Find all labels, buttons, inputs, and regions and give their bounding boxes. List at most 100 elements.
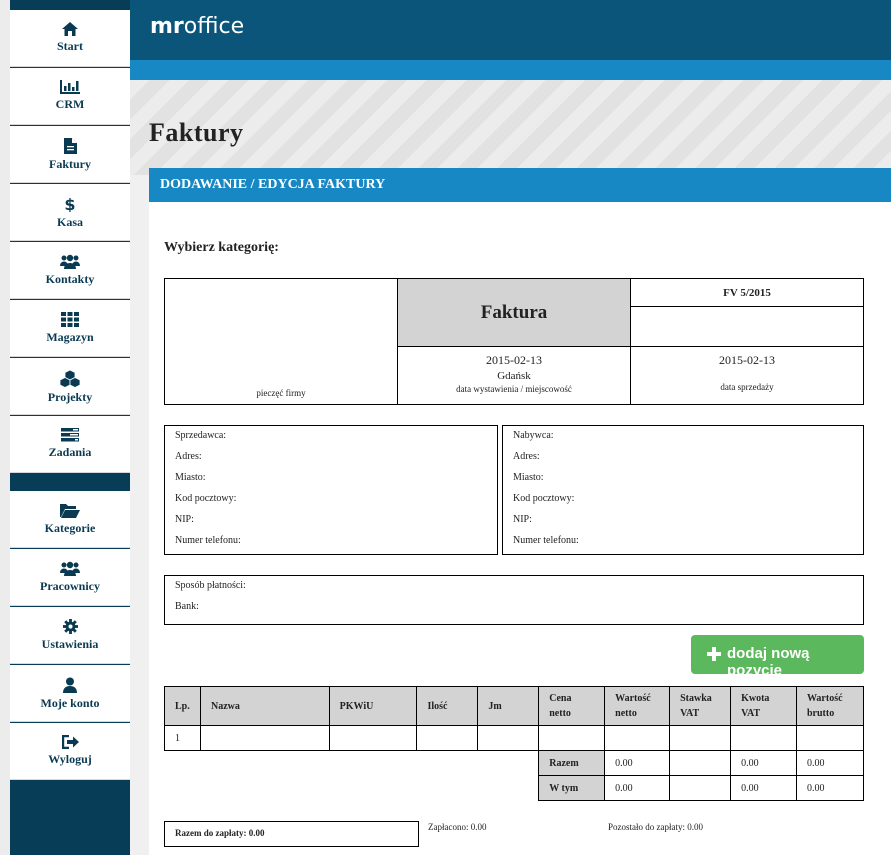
sidebar-item-magazyn[interactable]: Magazyn <box>10 300 130 357</box>
panel-heading: DODAWANIE / EDYCJA FAKTURY <box>149 168 891 202</box>
sidebar: Start CRM Faktury $ Kasa Kontakty Magazy… <box>0 0 130 855</box>
sign-out-icon <box>61 735 79 749</box>
sidebar-item-projekty[interactable]: Projekty <box>10 358 130 415</box>
cell-nazwa[interactable] <box>199 725 330 751</box>
cell-ilosc[interactable] <box>416 725 479 751</box>
sidebar-item-ustawienia[interactable]: Ustawienia <box>10 607 130 664</box>
sidebar-item-kontakty[interactable]: Kontakty <box>10 242 130 299</box>
add-item-label: dodaj nową pozycję <box>727 645 810 679</box>
col-header: Cena netto <box>538 686 606 726</box>
grid-icon <box>61 312 79 327</box>
cell-lp: 1 <box>164 725 201 751</box>
buyer-field: Miasto: <box>513 472 544 483</box>
col-header: Wartość brutto <box>795 686 865 726</box>
folder-open-icon <box>60 504 80 518</box>
cubes-icon <box>60 370 80 387</box>
sidebar-item-crm[interactable]: CRM <box>10 68 130 125</box>
totals-brutto: 0.00 <box>795 775 865 801</box>
sidebar-item-label: Faktury <box>49 157 91 171</box>
sidebar-item-moje-konto[interactable]: Moje konto <box>10 665 130 722</box>
issue-place[interactable]: Gdańsk <box>398 370 630 382</box>
add-item-button[interactable]: dodaj nową pozycję <box>691 635 864 679</box>
totals-netto: 0.00 <box>604 750 671 776</box>
document-icon <box>63 138 77 154</box>
totals-stawka <box>669 775 732 801</box>
cell-stawka-vat[interactable] <box>669 725 732 751</box>
col-header: Ilość <box>416 686 479 726</box>
sidebar-item-label: Pracownicy <box>40 579 100 593</box>
invoice-number[interactable]: FV 5/2015 <box>630 278 864 307</box>
total-to-pay: Razem do zapłaty: 0.00 <box>164 821 419 847</box>
app-logo[interactable]: mroffice <box>150 14 244 39</box>
cell-cena-netto[interactable] <box>538 725 606 751</box>
seller-box[interactable]: Sprzedawca: Adres: Miasto: Kod pocztowy:… <box>164 425 498 555</box>
col-header: Kwota VAT <box>730 686 797 726</box>
doc-title: Faktura <box>397 278 631 347</box>
gear-icon <box>62 619 78 634</box>
sub-bar <box>130 60 891 80</box>
cell-wartosc-brutto <box>795 725 865 751</box>
col-header: PKWiU <box>328 686 418 726</box>
buyer-box[interactable]: Nabywca: Adres: Miasto: Kod pocztowy: NI… <box>502 425 864 555</box>
plus-icon <box>707 647 721 661</box>
category-label: Wybierz kategorię: <box>164 240 279 255</box>
sidebar-item-wyloguj[interactable]: Wyloguj <box>10 723 130 780</box>
sidebar-item-pracownicy[interactable]: Pracownicy <box>10 549 130 606</box>
sidebar-item-label: Kasa <box>56 215 83 229</box>
payment-box[interactable]: Sposób płatności: Bank: <box>164 575 864 625</box>
sidebar-item-kategorie[interactable]: Kategorie <box>10 491 130 548</box>
cell-wartosc-netto <box>604 725 671 751</box>
sidebar-item-label: Magazyn <box>46 330 94 344</box>
cell-pkwiu[interactable] <box>328 725 418 751</box>
seller-field: NIP: <box>175 514 194 525</box>
home-icon <box>62 22 78 36</box>
bar-chart-icon <box>60 80 80 94</box>
user-icon <box>63 677 77 693</box>
totals-label: W tym <box>538 775 606 801</box>
invoice-number-extra[interactable] <box>630 306 864 347</box>
col-header: Nazwa <box>199 686 330 726</box>
buyer-field: NIP: <box>513 514 532 525</box>
cell-kwota-vat <box>730 725 797 751</box>
sidebar-item-start[interactable]: Start <box>10 10 130 67</box>
buyer-field: Nabywca: <box>513 430 554 441</box>
totals-netto: 0.00 <box>604 775 671 801</box>
paid-amount: Zapłacono: 0.00 <box>428 822 487 832</box>
issue-date[interactable]: 2015-02-13 <box>398 353 630 368</box>
stamp-label: pieczęć firmy <box>164 346 398 405</box>
page-title: Faktury <box>149 118 244 147</box>
sidebar-item-zadania[interactable]: Zadania <box>10 416 130 473</box>
totals-label: Razem <box>538 750 606 776</box>
sidebar-item-label: Kategorie <box>44 521 96 535</box>
seller-field: Miasto: <box>175 472 206 483</box>
buyer-field: Adres: <box>513 451 540 462</box>
items-table: Lp. Nazwa PKWiU Ilość Jm Cena netto Wart… <box>164 686 865 801</box>
sidebar-item-label: Kontakty <box>45 272 95 286</box>
sidebar-item-label: Start <box>57 39 83 53</box>
totals-row: W tym 0.00 0.00 0.00 <box>165 775 865 801</box>
seller-field: Sprzedawca: <box>175 430 227 441</box>
remaining-amount: Pozostało do zapłaty: 0.00 <box>608 822 703 832</box>
totals-stawka <box>669 750 732 776</box>
sidebar-item-kasa[interactable]: $ Kasa <box>10 184 130 241</box>
sidebar-edge <box>0 0 10 855</box>
table-row[interactable]: 1 <box>164 725 865 751</box>
seller-field: Kod pocztowy: <box>175 493 237 504</box>
cell-jm[interactable] <box>477 725 540 751</box>
top-bar: mroffice <box>130 0 891 60</box>
sale-date[interactable]: 2015-02-13 <box>631 353 863 368</box>
totals-vat: 0.00 <box>730 750 797 776</box>
totals-vat: 0.00 <box>730 775 797 801</box>
issue-cell: 2015-02-13 Gdańsk data wystawienia / mie… <box>397 346 631 405</box>
users-icon <box>60 561 80 576</box>
stamp-cell <box>164 278 398 347</box>
sidebar-item-label: Moje konto <box>40 696 100 710</box>
sidebar-item-label: CRM <box>55 97 85 111</box>
buyer-field: Kod pocztowy: <box>513 493 575 504</box>
invoice-header-table: Faktura FV 5/2015 pieczęć firmy 2015-02-… <box>164 278 864 405</box>
issue-label: data wystawienia / miejscowość <box>456 384 572 394</box>
sidebar-item-label: Wyloguj <box>48 752 92 766</box>
sidebar-item-label: Zadania <box>48 445 92 459</box>
sale-cell: 2015-02-13 data sprzedaży <box>630 346 864 405</box>
sidebar-item-faktury[interactable]: Faktury <box>10 126 130 183</box>
